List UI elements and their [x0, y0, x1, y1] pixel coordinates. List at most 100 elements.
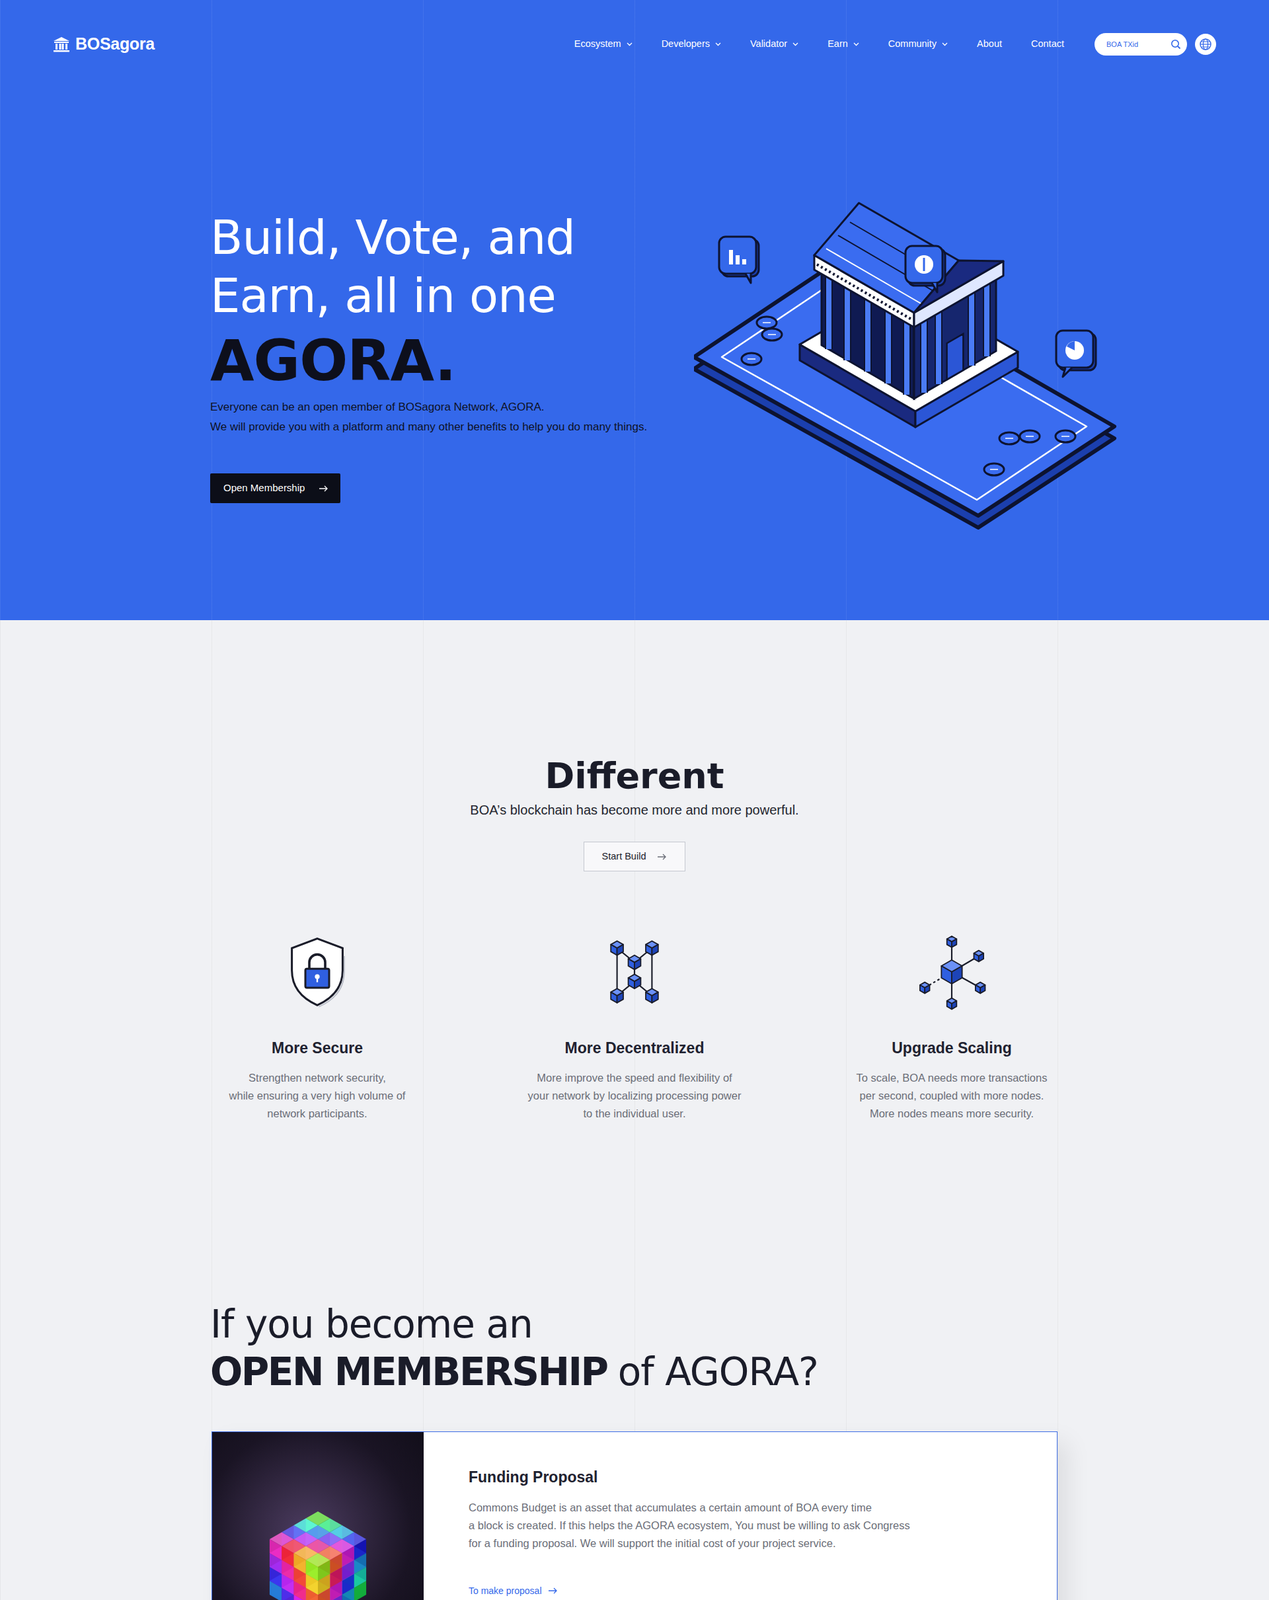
- feature-icon-box: [489, 931, 780, 1012]
- feature-description-line: your network by localizing processing po…: [489, 1086, 780, 1105]
- menu-item: Validator: [750, 33, 799, 56]
- membership-section: If you become anOPEN MEMBERSHIPof AGORA?…: [0, 1300, 1269, 1600]
- menu-link[interactable]: Validator: [750, 33, 799, 56]
- feature-description: To scale, BOA needs more transactionsper…: [806, 1068, 1098, 1123]
- feature-description-line: while ensuring a very high volume of: [171, 1086, 463, 1105]
- membership-title-line: OPEN MEMBERSHIPof AGORA?: [210, 1347, 1269, 1396]
- magnifier-icon: [1170, 38, 1182, 50]
- feature-description: Strengthen network security,while ensuri…: [171, 1068, 463, 1123]
- search-input[interactable]: [1106, 38, 1171, 51]
- card-image: [212, 1431, 424, 1600]
- chevron-down-icon: [715, 42, 722, 47]
- card-content: Funding Proposal Commons Budget is an ass…: [423, 1431, 937, 1600]
- language-button[interactable]: [1194, 33, 1217, 55]
- colorful-cube-icon: [225, 1451, 411, 1600]
- menu-label[interactable]: Developers: [661, 37, 710, 52]
- menu-link[interactable]: About: [976, 33, 1002, 56]
- menu-item: Contact: [1031, 33, 1065, 56]
- chevron-down-icon: [626, 42, 633, 47]
- menu-link[interactable]: Earn: [827, 33, 860, 56]
- brand-name: BOSagora: [75, 31, 155, 57]
- section-title: Different: [0, 754, 1269, 798]
- menu-link[interactable]: Ecosystem: [574, 33, 633, 56]
- feature-description-line: More improve the speed and flexibility o…: [489, 1068, 780, 1087]
- feature-description-line: More nodes means more security.: [806, 1104, 1098, 1123]
- card-description: Commons Budget is an asset that accumula…: [468, 1498, 911, 1552]
- hero-description: Everyone can be an open member of BOSago…: [210, 397, 694, 437]
- feature-description-line: Strengthen network security,: [171, 1068, 463, 1087]
- menu-label[interactable]: Ecosystem: [574, 37, 622, 52]
- proposal-link[interactable]: To make proposal: [468, 1583, 558, 1597]
- menu-item: Earn: [827, 33, 860, 56]
- main-menu: Ecosystem Developers Validator Earn Communit…: [574, 33, 1065, 56]
- membership-title-line: If you become an: [210, 1300, 1269, 1348]
- card-title: Funding Proposal: [468, 1465, 911, 1488]
- button-label[interactable]: Open Membership: [223, 480, 305, 496]
- menu-item: Community: [888, 33, 948, 56]
- membership-title-rest: of AGORA?: [617, 1348, 819, 1394]
- button-label[interactable]: Start Build: [602, 849, 647, 864]
- search-button[interactable]: [1170, 38, 1182, 50]
- main-content: DifferentBOA’s blockchain has become mor…: [0, 619, 1269, 1600]
- menu-label[interactable]: About: [976, 37, 1002, 52]
- feature-title: More Decentralized: [489, 1037, 780, 1059]
- feature-description-line: per second, coupled with more nodes.: [806, 1086, 1098, 1105]
- menu-label[interactable]: Earn: [827, 37, 848, 52]
- menu-link[interactable]: Contact: [1031, 33, 1065, 56]
- hero-title-line: Earn, all in one: [210, 266, 694, 325]
- feature-description-line: to the individual user.: [489, 1104, 780, 1123]
- feature-item: Upgrade Scaling To scale, BOA needs more …: [793, 931, 1111, 1123]
- top-navbar: BOSagora Ecosystem Developers Validator Earn…: [0, 0, 1269, 89]
- feature-icon-box: [806, 931, 1098, 1012]
- menu-label[interactable]: Contact: [1031, 37, 1065, 52]
- hero-description-line: Everyone can be an open member of BOSago…: [210, 397, 694, 418]
- feature-description: More improve the speed and flexibility o…: [489, 1068, 780, 1123]
- menu-link[interactable]: Community: [888, 33, 948, 56]
- agora-building-illustration-icon: [693, 198, 1117, 542]
- card-description-line: Commons Budget is an asset that accumula…: [468, 1498, 911, 1517]
- membership-title-bold: OPEN MEMBERSHIP: [210, 1348, 608, 1394]
- network-cubes-icon: [594, 931, 675, 1012]
- hero-body: Build, Vote, andEarn, all in oneAGORA. Ev…: [0, 88, 1269, 542]
- feature-item: More Secure Strengthen network security,w…: [158, 931, 476, 1123]
- feature-title: Upgrade Scaling: [806, 1037, 1098, 1059]
- chevron-down-icon: [941, 42, 948, 47]
- chevron-down-icon: [792, 42, 799, 47]
- menu-link[interactable]: Developers: [661, 33, 722, 56]
- menu-item: About: [976, 33, 1002, 56]
- shield-lock-icon: [277, 931, 357, 1012]
- different-section: DifferentBOA’s blockchain has become mor…: [0, 754, 1269, 1123]
- hero-title-line: Build, Vote, and: [210, 208, 694, 267]
- card-description-line: for a funding proposal. We will support …: [468, 1534, 911, 1552]
- arrow-right-icon: [548, 1586, 558, 1594]
- feature-description-line: network participants.: [171, 1104, 463, 1123]
- card-description-line: a block is created. If this helps the AG…: [468, 1516, 911, 1535]
- feature-item: More Decentralized More improve the speed…: [475, 931, 794, 1123]
- hero-description-line: We will provide you with a platform and …: [210, 417, 694, 437]
- feature-description-line: To scale, BOA needs more transactions: [806, 1068, 1098, 1087]
- hero-section: BOSagora Ecosystem Developers Validator Earn…: [0, 0, 1269, 620]
- hero-title-emphasis: AGORA.: [210, 327, 694, 394]
- feature-list: More Secure Strengthen network security,w…: [158, 931, 1111, 1123]
- start-build-button[interactable]: Start Build: [583, 841, 686, 872]
- membership-title: If you become anOPEN MEMBERSHIPof AGORA?: [0, 1300, 1269, 1396]
- search-box: [1094, 33, 1188, 56]
- hero-text: Build, Vote, andEarn, all in oneAGORA. Ev…: [0, 88, 694, 503]
- link-label[interactable]: To make proposal: [468, 1583, 542, 1597]
- arrow-right-icon: [319, 485, 329, 492]
- globe-icon: [1198, 37, 1213, 51]
- feature-title: More Secure: [171, 1037, 463, 1059]
- chevron-down-icon: [853, 42, 860, 47]
- benefit-card: Funding Proposal Commons Budget is an ass…: [211, 1430, 1058, 1600]
- open-membership-button[interactable]: Open Membership: [210, 473, 341, 503]
- building-logo-icon: [52, 36, 71, 53]
- brand-logo[interactable]: BOSagora: [52, 31, 155, 57]
- arrow-right-icon: [657, 853, 667, 860]
- menu-item: Ecosystem: [574, 33, 633, 56]
- section-subtitle: BOA’s blockchain has become more and mor…: [0, 799, 1269, 820]
- hub-nodes-icon: [912, 931, 992, 1012]
- hero-title: Build, Vote, andEarn, all in oneAGORA.: [210, 208, 694, 394]
- menu-label[interactable]: Community: [888, 37, 937, 52]
- menu-label[interactable]: Validator: [750, 37, 788, 52]
- menu-item: Developers: [661, 33, 722, 56]
